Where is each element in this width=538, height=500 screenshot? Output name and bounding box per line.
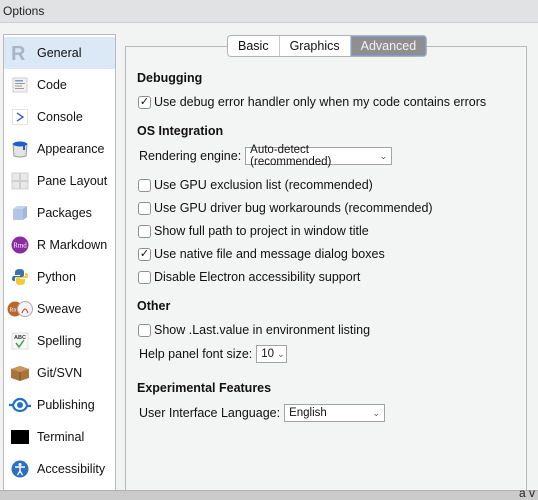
- sidebar-item-r-markdown[interactable]: Rmd R Markdown: [4, 229, 115, 261]
- sidebar-item-label: Git/SVN: [37, 366, 83, 380]
- chevron-down-icon: ⌄: [372, 407, 381, 418]
- section-title-other: Other: [137, 299, 171, 313]
- package-box-icon: [10, 203, 30, 223]
- r-logo-icon: R: [10, 43, 30, 63]
- help-font-size-select[interactable]: 10 ⌄: [256, 345, 288, 363]
- sidebar-item-python[interactable]: Python: [4, 261, 115, 293]
- sidebar-item-console[interactable]: Console: [4, 101, 115, 133]
- window-title: Options: [3, 4, 45, 18]
- native-dialogs-checkbox[interactable]: ✓: [138, 247, 151, 261]
- chevron-down-icon: ⌄: [379, 150, 388, 161]
- rendering-engine-row: Rendering engine: Auto-detect (recommend…: [139, 144, 393, 168]
- sidebar-item-label: Spelling: [37, 334, 82, 348]
- help-font-size-label: Help panel font size:: [139, 347, 253, 361]
- sidebar-item-general[interactable]: R General: [4, 37, 115, 69]
- svg-text:Rmd: Rmd: [13, 242, 27, 250]
- options-sidebar: R General Code Console Appearance Pane L…: [3, 34, 116, 493]
- gpu-workarounds-checkbox-row[interactable]: Use GPU driver bug workarounds (recommen…: [138, 200, 433, 216]
- sidebar-item-label: Appearance: [37, 142, 105, 156]
- sidebar-item-code[interactable]: Code: [4, 69, 115, 101]
- bottom-tail-text: a v: [518, 486, 535, 500]
- tab-graphics[interactable]: Graphics: [280, 36, 351, 56]
- last-value-label: Show .Last.value in environment listing: [154, 323, 371, 337]
- native-dialogs-checkbox-row[interactable]: ✓ Use native file and message dialog box…: [138, 246, 385, 262]
- paint-bucket-icon: [10, 139, 30, 159]
- tab-bar: Basic Graphics Advanced: [227, 35, 428, 57]
- help-font-size-row: Help panel font size: 10 ⌄: [139, 344, 288, 364]
- accessibility-icon: [10, 459, 30, 479]
- check-icon: ✓: [139, 95, 150, 108]
- sidebar-item-accessibility[interactable]: Accessibility: [4, 453, 115, 485]
- check-icon: ✓: [139, 247, 150, 260]
- rmd-icon: Rmd: [10, 235, 30, 255]
- publishing-icon: [8, 395, 32, 415]
- full-path-checkbox[interactable]: [138, 224, 151, 238]
- sidebar-item-terminal[interactable]: Terminal: [4, 421, 115, 453]
- full-path-checkbox-row[interactable]: Show full path to project in window titl…: [138, 223, 369, 239]
- sidebar-item-label: Terminal: [37, 430, 85, 444]
- code-icon: [10, 75, 30, 95]
- python-icon: [10, 267, 30, 287]
- bottom-bar: [0, 490, 538, 500]
- ui-language-value: English: [289, 407, 327, 419]
- native-dialogs-label: Use native file and message dialog boxes: [154, 247, 385, 261]
- sidebar-item-packages[interactable]: Packages: [4, 197, 115, 229]
- sidebar-item-label: Publishing: [37, 398, 95, 412]
- last-value-checkbox-row[interactable]: Show .Last.value in environment listing: [138, 322, 370, 338]
- section-title-experimental: Experimental Features: [137, 381, 272, 395]
- ui-language-label: User Interface Language:: [139, 406, 281, 420]
- sidebar-item-label: Console: [37, 110, 83, 124]
- gpu-workarounds-checkbox[interactable]: [138, 201, 151, 215]
- sidebar-item-label: General: [37, 46, 82, 60]
- sidebar-item-label: Code: [37, 78, 67, 92]
- gpu-workarounds-label: Use GPU driver bug workarounds (recommen…: [154, 201, 433, 215]
- sidebar-item-git-svn[interactable]: Git/SVN: [4, 357, 115, 389]
- sweave-icon: Rnw: [7, 299, 33, 319]
- rendering-engine-label: Rendering engine:: [139, 149, 242, 163]
- sidebar-item-pane-layout[interactable]: Pane Layout: [4, 165, 115, 197]
- sidebar-item-label: Sweave: [37, 302, 82, 316]
- title-bar: Options: [0, 0, 538, 23]
- terminal-icon: [10, 427, 30, 447]
- gpu-exclusion-checkbox[interactable]: [138, 178, 151, 192]
- console-prompt-icon: [10, 107, 30, 127]
- sidebar-item-label: Packages: [37, 206, 92, 220]
- svg-text:ABC: ABC: [14, 335, 26, 341]
- gpu-exclusion-label: Use GPU exclusion list (recommended): [154, 178, 373, 192]
- sidebar-item-spelling[interactable]: ABC Spelling: [4, 325, 115, 357]
- rendering-engine-value: Auto-detect (recommended): [250, 144, 332, 168]
- sidebar-item-publishing[interactable]: Publishing: [4, 389, 115, 421]
- sidebar-item-label: R Markdown: [37, 238, 108, 252]
- svg-text:R: R: [11, 43, 26, 63]
- tab-basic[interactable]: Basic: [228, 36, 280, 56]
- sidebar-item-label: Pane Layout: [37, 174, 108, 188]
- disable-electron-a11y-checkbox[interactable]: [138, 270, 151, 284]
- full-path-label: Show full path to project in window titl…: [154, 224, 369, 238]
- debug-handler-label: Use debug error handler only when my cod…: [154, 95, 487, 109]
- debug-handler-checkbox[interactable]: ✓: [138, 95, 151, 109]
- disable-electron-a11y-label: Disable Electron accessibility support: [154, 270, 361, 284]
- tab-advanced[interactable]: Advanced: [350, 36, 427, 56]
- disable-electron-a11y-checkbox-row[interactable]: Disable Electron accessibility support: [138, 269, 360, 285]
- gpu-exclusion-checkbox-row[interactable]: Use GPU exclusion list (recommended): [138, 177, 373, 193]
- spelling-abc-icon: ABC: [10, 331, 30, 351]
- ui-language-select[interactable]: English ⌄: [284, 404, 386, 422]
- section-title-debugging: Debugging: [137, 71, 203, 85]
- debug-handler-checkbox-row[interactable]: ✓ Use debug error handler only when my c…: [138, 94, 486, 110]
- ui-language-row: User Interface Language: English ⌄: [139, 403, 386, 423]
- last-value-checkbox[interactable]: [138, 323, 151, 337]
- sidebar-item-appearance[interactable]: Appearance: [4, 133, 115, 165]
- help-font-size-value: 10: [261, 348, 275, 360]
- sidebar-item-label: Accessibility: [37, 462, 106, 476]
- rendering-engine-select[interactable]: Auto-detect (recommended) ⌄: [245, 144, 393, 168]
- sidebar-item-label: Python: [37, 270, 76, 284]
- git-box-icon: [10, 363, 30, 383]
- sidebar-item-sweave[interactable]: Rnw Sweave: [4, 293, 115, 325]
- pane-layout-icon: [10, 171, 30, 191]
- chevron-down-icon: ⌄: [277, 348, 285, 359]
- section-title-os-integration: OS Integration: [137, 124, 224, 138]
